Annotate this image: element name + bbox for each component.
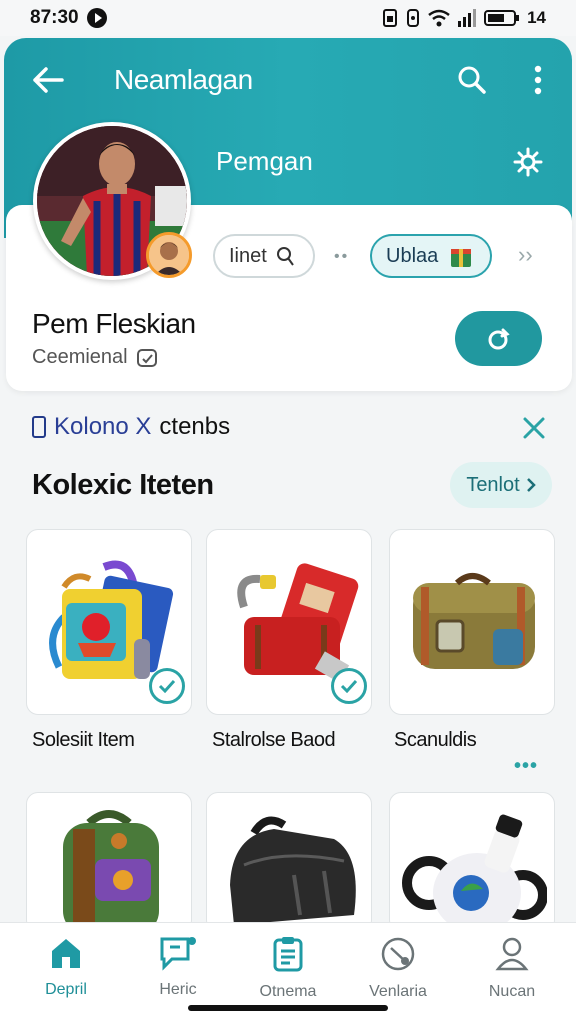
bookmark-icon	[32, 416, 46, 438]
battery-icon	[484, 10, 520, 26]
nav-item-profile[interactable]: Nucan	[462, 935, 562, 1005]
section-action-label: Tenlot	[466, 473, 520, 496]
item-card[interactable]	[389, 529, 555, 715]
leather-bag-icon	[230, 816, 356, 925]
search-icon	[458, 66, 486, 94]
arrow-left-icon	[33, 67, 64, 93]
collection-tag-prefix: Kolono X	[54, 413, 152, 440]
profile-action-button[interactable]	[455, 311, 542, 366]
nav-label: Venlaria	[369, 983, 427, 1000]
nav-item-explore[interactable]: Venlaria	[348, 935, 448, 1005]
profile-subtitle: Ceemienal	[32, 346, 158, 369]
collection-tag[interactable]: Kolono X ctenbs	[32, 413, 230, 441]
close-icon	[523, 417, 545, 439]
more-vertical-icon	[534, 65, 542, 95]
item-label: Stalrolse Baod	[212, 729, 336, 751]
chip-filter-1[interactable]: Iinet	[213, 234, 315, 278]
settings-button[interactable]	[510, 144, 546, 180]
nav-label: Depril	[45, 981, 87, 998]
home-icon	[52, 939, 80, 968]
robot-toy-icon	[402, 814, 547, 931]
nav-label: Nucan	[488, 983, 536, 1000]
status-bar: 87:30 14	[0, 0, 576, 36]
more-items-button[interactable]: •••	[514, 755, 538, 778]
profile-name: Pem Fleskian	[32, 308, 196, 339]
item-card[interactable]	[206, 529, 372, 715]
search-tag-icon	[276, 247, 294, 266]
sim-icon	[383, 9, 398, 27]
refresh-icon	[488, 328, 510, 349]
chat-icon	[160, 937, 196, 971]
chip-scroll-right[interactable]: ››	[518, 242, 533, 268]
search-button[interactable]	[452, 60, 492, 100]
home-indicator[interactable]	[188, 1005, 388, 1011]
item-card[interactable]	[206, 792, 372, 932]
chip-separator: ••	[334, 248, 350, 265]
gear-icon	[513, 147, 543, 177]
backpack-icon	[63, 810, 159, 931]
section-title: Kolexic Iteten	[32, 469, 214, 501]
status-time: 87:30	[30, 7, 79, 28]
item-label: Solesiit Item	[32, 729, 135, 751]
vibrate-icon	[407, 9, 420, 27]
header-subtitle: Pemgan	[216, 146, 313, 176]
badge-icon	[136, 348, 157, 367]
section-action-button[interactable]: Tenlot	[450, 462, 552, 508]
check-icon	[149, 668, 185, 704]
nav-label: Heric	[159, 981, 197, 998]
item-card[interactable]	[389, 792, 555, 932]
item-card[interactable]	[26, 792, 192, 932]
signal-icon	[458, 9, 477, 27]
nav-item-clipboard[interactable]: Otnema	[238, 935, 338, 1005]
chip-filter-2[interactable]: Ublaa	[370, 234, 492, 278]
item-card[interactable]	[26, 529, 192, 715]
nav-label: Otnema	[259, 983, 317, 1000]
chip-label: Iinet	[229, 244, 267, 267]
chip-label: Ublaa	[386, 244, 439, 267]
profile-subtitle-text: Ceemienal	[32, 346, 128, 368]
nav-item-home[interactable]: Depril	[16, 935, 116, 1005]
page-title: Neamlagan	[114, 64, 253, 95]
clipboard-icon	[273, 937, 303, 972]
item-label: Scanuldis	[394, 729, 477, 751]
more-menu-button[interactable]	[520, 60, 556, 100]
gift-icon	[451, 249, 472, 267]
chevron-right-icon	[526, 478, 536, 492]
media-icon	[86, 8, 107, 28]
nav-item-chat[interactable]: Heric	[128, 935, 228, 1005]
person-photo	[149, 235, 189, 275]
profile-icon	[495, 937, 529, 971]
secondary-avatar[interactable]	[146, 232, 192, 278]
battery-level: 14	[527, 8, 546, 27]
trunk-icon	[413, 573, 535, 669]
collection-tag-suffix: ctenbs	[159, 413, 231, 440]
back-button[interactable]	[28, 60, 68, 100]
wifi-icon	[428, 9, 450, 27]
compass-icon	[381, 937, 415, 971]
close-button[interactable]	[516, 410, 552, 446]
check-icon	[331, 668, 367, 704]
